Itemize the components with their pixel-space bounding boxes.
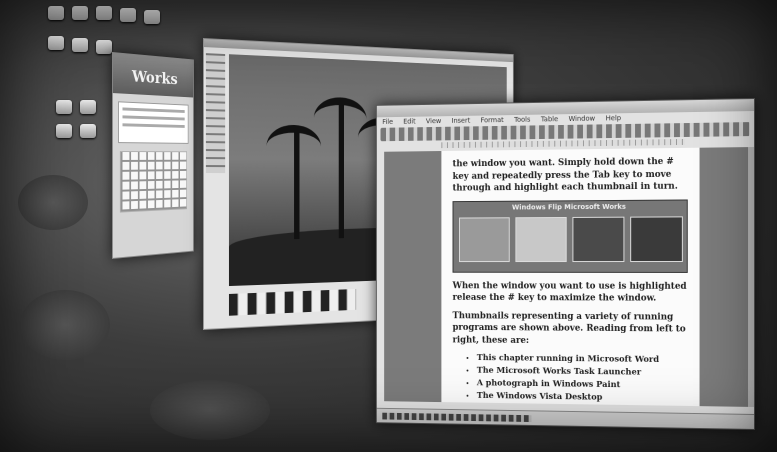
paint-toolbox[interactable]	[206, 53, 225, 173]
menu-window[interactable]: Window	[569, 115, 595, 123]
flip3d-desktop: Works File Edit View Insert Format Tools…	[0, 0, 777, 452]
figure-caption: Windows Flip Microsoft Works	[453, 202, 686, 211]
menu-insert[interactable]: Insert	[452, 117, 471, 125]
document-paragraph: When the window you want to use is highl…	[453, 280, 688, 305]
works-task-panel	[118, 101, 188, 144]
menu-edit[interactable]: Edit	[403, 118, 416, 126]
folder-icon[interactable]	[144, 10, 160, 24]
works-text-line	[122, 123, 184, 128]
folder-icon[interactable]	[56, 124, 72, 138]
menu-help[interactable]: Help	[606, 114, 621, 122]
media-icon[interactable]	[96, 40, 112, 54]
works-logo: Works	[132, 67, 178, 89]
menu-tools[interactable]: Tools	[514, 116, 530, 124]
word-page[interactable]: the window you want. Simply hold down th…	[441, 148, 699, 406]
document-paragraph: the window you want. Simply hold down th…	[453, 156, 688, 195]
works-text-line	[122, 115, 184, 120]
works-text-line	[122, 107, 184, 112]
drive-icon[interactable]	[48, 36, 64, 50]
thumbnail-desktop	[630, 216, 683, 262]
menu-view[interactable]: View	[426, 117, 441, 125]
paint-color-palette[interactable]	[229, 289, 356, 316]
vertical-scrollbar[interactable]	[748, 147, 754, 407]
palm-frond	[267, 124, 322, 167]
documents-icon[interactable]	[96, 6, 112, 20]
menu-table[interactable]: Table	[541, 115, 558, 123]
document-paragraph: Thumbnails representing a variety of run…	[453, 310, 688, 348]
menu-file[interactable]: File	[382, 118, 393, 126]
menu-format[interactable]: Format	[481, 116, 504, 124]
computer-icon[interactable]	[72, 6, 88, 20]
works-calendar	[120, 151, 187, 213]
flip-thumbnails-figure: Windows Flip Microsoft Works	[453, 199, 688, 272]
thumbnail-word	[459, 217, 510, 262]
desktop-wallpaper-rock	[20, 290, 110, 360]
folder-icon[interactable]	[80, 100, 96, 114]
desktop-wallpaper-rock	[150, 380, 270, 440]
document-bullet-list: This chapter running in Microsoft Word T…	[453, 352, 688, 406]
thumbnail-paint	[572, 216, 624, 261]
word-window[interactable]: File Edit View Insert Format Tools Table…	[376, 98, 755, 430]
word-status-bar	[377, 408, 754, 429]
drawing-toolbar-icons[interactable]	[382, 412, 531, 421]
network-icon[interactable]	[120, 8, 136, 22]
folder-icon[interactable]	[80, 124, 96, 138]
desktop-wallpaper-rock	[18, 175, 88, 230]
thumbnail-works	[515, 216, 566, 261]
folder-icon[interactable]	[56, 100, 72, 114]
shortcut-icon[interactable]	[72, 38, 88, 52]
works-header: Works	[113, 53, 193, 97]
word-ruler	[441, 139, 684, 148]
recycle-bin-icon[interactable]	[48, 6, 64, 20]
works-task-launcher-window[interactable]: Works	[112, 52, 194, 259]
word-document-area: the window you want. Simply hold down th…	[384, 147, 748, 407]
list-item: The Windows Vista Desktop	[477, 390, 688, 406]
